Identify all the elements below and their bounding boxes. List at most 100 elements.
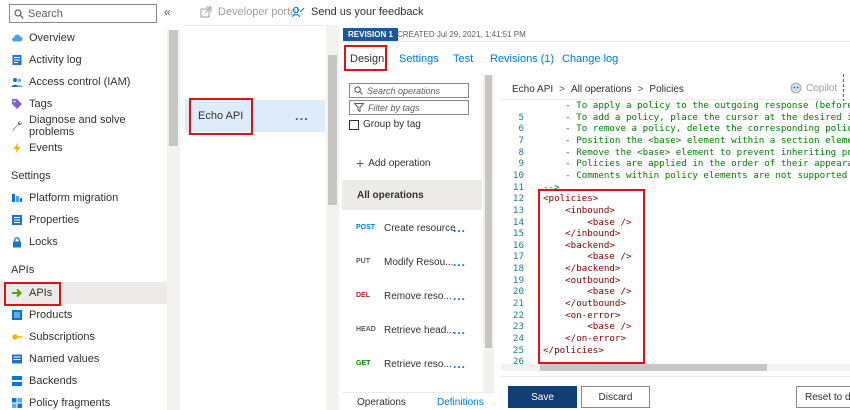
code-text: <base /> — [543, 251, 632, 263]
sidebar-item-properties[interactable]: Properties — [0, 209, 167, 231]
sidebar-item-label: Access control (IAM) — [29, 76, 131, 88]
code-line: 7 - Position the <base> element within a… — [501, 135, 850, 147]
filter-icon — [354, 103, 364, 112]
sidebar-item-label: APIs — [29, 287, 53, 299]
operation-more-button[interactable]: ... — [453, 255, 466, 269]
apis-heading: APIs — [11, 264, 35, 276]
code-line: 24 </on-error> — [501, 333, 850, 345]
save-button[interactable]: Save — [508, 386, 577, 408]
policy-code-editor[interactable]: - To apply a policy to the outgoing resp… — [501, 101, 850, 371]
backends-icon — [11, 375, 23, 387]
sidebar-item-label: Diagnose and solve problems — [29, 114, 126, 138]
code-line: 19 <outbound> — [501, 275, 850, 287]
collapse-nav-button[interactable]: « — [164, 5, 171, 19]
operation-verb: DEL — [356, 292, 370, 299]
code-text: </backend> — [543, 263, 621, 275]
code-line: 21 </outbound> — [501, 298, 850, 310]
operation-more-button[interactable]: ... — [453, 357, 466, 371]
sidebar-item-backends[interactable]: Backends — [0, 370, 167, 392]
operation-more-button[interactable]: ... — [453, 221, 466, 235]
sidebar-item-overview[interactable]: Overview — [0, 27, 167, 49]
search-icon — [354, 86, 363, 95]
products-icon — [11, 309, 23, 321]
sidebar-item-diagnose-and-solve-problems[interactable]: Diagnose and solve problems — [0, 114, 167, 138]
tab-change-log[interactable]: Change log — [562, 53, 618, 65]
api-more-button[interactable]: ... — [295, 108, 309, 123]
code-text: - To add a policy, place the cursor at t… — [543, 111, 850, 123]
checkbox-box[interactable] — [349, 119, 359, 130]
sidebar-item-events[interactable]: Events — [0, 137, 167, 159]
tag-filter-input[interactable]: Filter by tags — [349, 100, 469, 115]
left-nav-scroll-thumb[interactable] — [169, 30, 178, 146]
left-nav-scrollbar[interactable] — [167, 30, 180, 410]
developer-portal-label: Developer portal — [218, 6, 299, 18]
operation-name: Retrieve reso... — [384, 359, 452, 370]
cloud-icon — [11, 32, 23, 44]
group-by-tag-checkbox[interactable]: Group by tag — [349, 119, 421, 130]
tab-settings[interactable]: Settings — [399, 53, 439, 65]
line-number: 21 — [512, 298, 524, 310]
line-number: 6 — [518, 123, 524, 135]
tab-design[interactable]: Design — [350, 53, 384, 65]
reset-to-default-button[interactable]: Reset to de — [796, 386, 850, 408]
sidebar-item-locks[interactable]: Locks — [0, 231, 167, 253]
sidebar-item-label: Policy fragments — [29, 397, 111, 409]
line-number: 14 — [512, 216, 524, 228]
code-text: <backend> — [543, 239, 615, 251]
definitions-footer-tab[interactable]: Definitions — [437, 397, 484, 408]
breadcrumb-echo-api[interactable]: Echo API — [512, 84, 553, 95]
sidebar-item-access-control-iam[interactable]: Access control (IAM) — [0, 71, 167, 93]
operations-footer-tab[interactable]: Operations — [357, 397, 406, 408]
operation-verb: POST — [356, 224, 376, 231]
operation-more-button[interactable]: ... — [453, 289, 466, 303]
line-number: 23 — [512, 321, 524, 333]
breadcrumb-all-operations[interactable]: All operations — [571, 84, 632, 95]
tab-test[interactable]: Test — [453, 53, 473, 65]
code-text: <base /> — [543, 216, 632, 228]
code-line: 15 </inbound> — [501, 228, 850, 240]
line-number: 11 — [512, 181, 524, 193]
tab-revisions[interactable]: Revisions (1) — [490, 53, 554, 65]
api-list-scroll-thumb[interactable] — [328, 55, 337, 205]
copilot-button[interactable]: Copilot — [790, 82, 837, 94]
editor-hscroll-thumb[interactable] — [540, 364, 767, 371]
api-item-label: Echo API — [198, 110, 244, 122]
nav-search-input[interactable]: Search — [9, 4, 157, 23]
api-list-panel — [184, 25, 325, 410]
sidebar-item-products[interactable]: Products — [0, 304, 167, 326]
code-text: <policies> — [543, 193, 599, 205]
feedback-icon — [292, 6, 305, 18]
sidebar-item-policy-fragments[interactable]: Policy fragments — [0, 392, 167, 410]
code-line: 13 <inbound> — [501, 205, 850, 217]
active-tab-indicator — [348, 69, 380, 71]
sidebar-item-label: Overview — [29, 32, 75, 44]
operations-scrollbar[interactable] — [483, 75, 494, 392]
code-line: 6 - To remove a policy, delete the corre… — [501, 123, 850, 135]
panel-edge — [843, 74, 845, 102]
sidebar-item-label: Backends — [29, 375, 78, 387]
feedback-link[interactable]: Send us your feedback — [292, 6, 424, 18]
code-text: <inbound> — [543, 204, 615, 216]
line-number: 20 — [512, 286, 524, 298]
activity-log-icon — [11, 54, 23, 66]
operation-more-button[interactable]: ... — [453, 323, 466, 337]
sidebar-item-subscriptions[interactable]: Subscriptions — [0, 326, 167, 348]
sidebar-item-platform-migration[interactable]: Platform migration — [0, 187, 167, 209]
operations-scroll-thumb[interactable] — [485, 75, 492, 348]
revision-badge[interactable]: REVISION 1 — [343, 28, 398, 41]
sidebar-item-tags[interactable]: Tags — [0, 93, 167, 115]
code-text: </inbound> — [543, 228, 621, 240]
discard-button[interactable]: Discard — [581, 386, 650, 408]
operation-verb: GET — [356, 360, 371, 367]
operation-search-input[interactable]: Search operations — [349, 83, 469, 98]
sidebar-item-activity-log[interactable]: Activity log — [0, 49, 167, 71]
add-operation-button[interactable]: + Add operation — [356, 155, 430, 171]
developer-portal-link[interactable]: Developer portal — [200, 6, 299, 18]
operation-search-placeholder: Search operations — [367, 85, 441, 96]
sidebar-item-apis[interactable]: APIs — [0, 282, 167, 304]
tag-icon — [11, 98, 23, 110]
group-by-tag-label: Group by tag — [363, 119, 421, 130]
sidebar-item-named-values[interactable]: Named values — [0, 348, 167, 370]
api-list-scrollbar[interactable] — [326, 25, 339, 410]
code-line: 25 </policies> — [501, 345, 850, 357]
